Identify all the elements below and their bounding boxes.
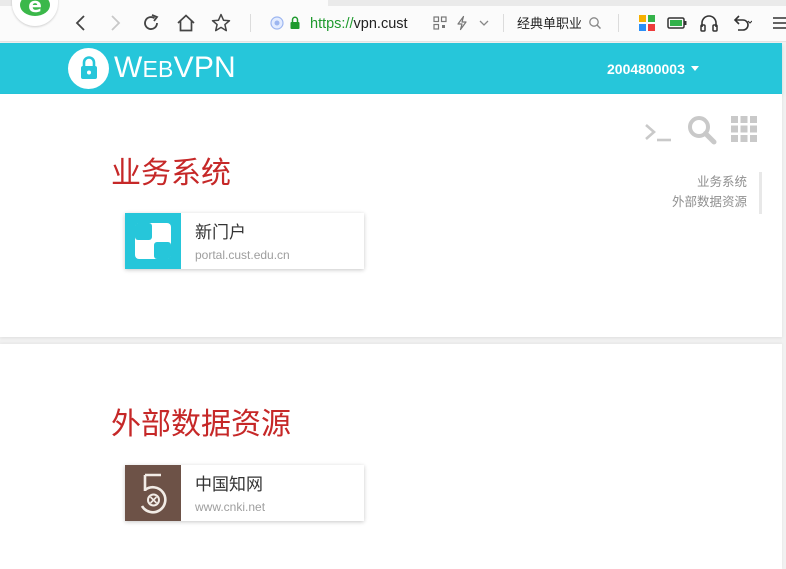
toolbar-separator (503, 14, 504, 32)
toc-link-external[interactable]: 外部数据资源 (640, 192, 747, 212)
user-menu[interactable]: 2004800003 (607, 59, 699, 79)
section-title: 业务系统 (111, 156, 231, 191)
browser-toolbar: e https://vpn.cust 经典单职业 (0, 0, 786, 42)
search-box[interactable]: 经典单职业 (517, 14, 581, 34)
chevron-down-icon[interactable] (476, 15, 492, 31)
cnki-logo-icon (125, 465, 181, 521)
tab-strip (0, 0, 786, 6)
back-button[interactable] (70, 12, 92, 34)
toolbar-separator (618, 14, 619, 32)
undo-icon[interactable] (730, 12, 752, 34)
section-panel-external (0, 344, 782, 569)
webvpn-lock-logo-icon[interactable] (68, 48, 109, 89)
app-header: WEBVPN 2004800003 (0, 43, 782, 94)
site-status-icon[interactable] (269, 15, 285, 31)
card-host: portal.cust.edu.cn (195, 248, 290, 262)
search-icon[interactable] (686, 114, 718, 146)
browser-logo-icon[interactable]: e (12, 0, 58, 26)
grid-icon[interactable] (730, 115, 758, 143)
url-protocol: https:// (310, 16, 354, 32)
headphones-icon[interactable] (698, 12, 720, 34)
app-card-cnki[interactable]: 中国知网 www.cnki.net (125, 465, 364, 521)
card-title: 中国知网 (195, 475, 263, 495)
lock-icon (287, 15, 300, 31)
app-card-portal[interactable]: 新门户 portal.cust.edu.cn (125, 213, 364, 269)
search-small-icon[interactable] (587, 15, 603, 31)
section-nav: 业务系统 外部数据资源 (640, 172, 762, 214)
forward-button[interactable] (104, 12, 126, 34)
portal-logo-icon (125, 213, 181, 269)
terminal-icon[interactable] (643, 121, 673, 143)
menu-icon[interactable] (768, 12, 786, 34)
toc-link-business[interactable]: 业务系统 (640, 172, 747, 192)
battery-icon[interactable] (666, 12, 688, 34)
url-host: vpn.cust (353, 16, 408, 32)
active-tab[interactable] (58, 0, 328, 6)
home-button[interactable] (175, 12, 197, 34)
apps-icon[interactable] (636, 12, 658, 34)
qr-code-icon[interactable] (432, 15, 448, 31)
brand-title[interactable]: WEBVPN (114, 51, 236, 85)
username: 2004800003 (607, 61, 685, 77)
section-title: 外部数据资源 (111, 407, 291, 442)
lightning-icon[interactable] (454, 15, 470, 31)
reload-button[interactable] (140, 12, 162, 34)
address-bar[interactable]: https://vpn.cust (310, 14, 408, 34)
caret-down-icon (690, 66, 699, 71)
card-host: www.cnki.net (195, 500, 266, 514)
card-title: 新门户 (195, 223, 246, 243)
toolbar-separator (250, 14, 251, 32)
bookmark-star-button[interactable] (210, 12, 232, 34)
